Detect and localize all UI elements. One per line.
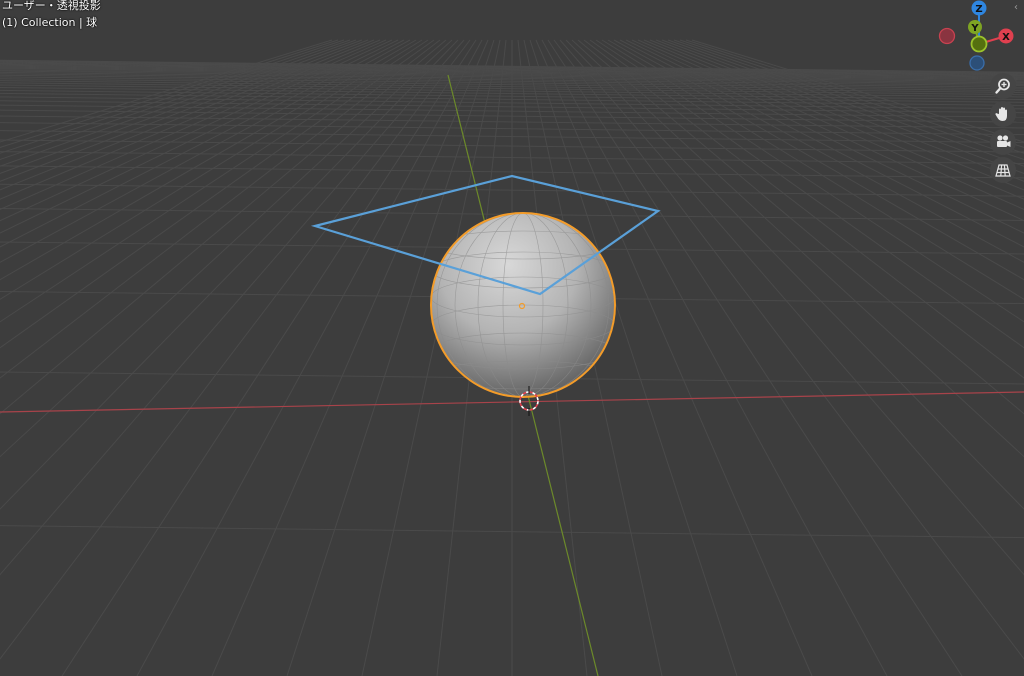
camera-view-button[interactable]	[990, 129, 1016, 155]
gizmo-neg-z-icon[interactable]	[969, 55, 985, 71]
navigation-gizmo[interactable]: Z Y X	[938, 0, 1014, 71]
zoom-button[interactable]	[990, 73, 1016, 99]
collection-info-label: (1) Collection | 球	[2, 16, 98, 29]
gizmo-y-label: Y	[970, 23, 979, 34]
hand-icon	[995, 107, 1007, 121]
3d-viewport[interactable]: Z Y X	[0, 0, 1024, 676]
zoom-icon	[995, 78, 1010, 94]
pan-button[interactable]	[990, 101, 1016, 127]
camera-icon	[997, 135, 1011, 147]
gizmo-x-label: X	[1002, 32, 1010, 43]
view-mode-label: ユーザー・透視投影	[2, 0, 101, 12]
perspective-toggle-button[interactable]	[990, 157, 1016, 183]
grid-icon	[995, 164, 1011, 177]
gizmo-neg-x-icon[interactable]	[938, 27, 956, 45]
sphere-object[interactable]	[430, 212, 616, 398]
gizmo-z-label: Z	[975, 4, 982, 15]
gizmo-neg-y-icon[interactable]	[970, 35, 988, 53]
collapse-arrow-icon[interactable]: ‹	[1014, 2, 1018, 13]
